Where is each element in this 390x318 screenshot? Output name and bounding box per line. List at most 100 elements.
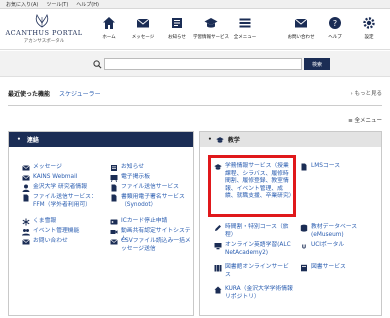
more-link[interactable]: › もっと見る bbox=[351, 89, 382, 97]
nav-label: お知らせ bbox=[168, 35, 186, 40]
nav-home[interactable]: ホーム bbox=[92, 12, 126, 48]
book-icon bbox=[301, 264, 307, 272]
list-item[interactable]: ファイル送信サービス：FFM（学外者利用可） bbox=[22, 194, 102, 209]
item-label: イベント管理機能 bbox=[33, 228, 80, 234]
list-item[interactable]: KURA（金沢大学学術情報リポジトリ） bbox=[214, 286, 294, 301]
main-nav: ホーム メッセージ お知らせ 学習情報サービス 全メニュー bbox=[92, 12, 262, 48]
list-item[interactable]: メッセージ bbox=[22, 164, 100, 172]
list-item[interactable]: イベント管理機能 bbox=[22, 228, 100, 236]
list-item[interactable]: 時間割・特別コース（旅程） bbox=[214, 224, 292, 239]
nav-all-menu[interactable]: 全メニュー bbox=[228, 12, 262, 48]
nav-message[interactable]: メッセージ bbox=[126, 12, 160, 48]
item-label: KURA（金沢大学学術情報リポジトリ） bbox=[225, 286, 293, 300]
database-icon bbox=[300, 224, 308, 232]
nav-learning-service[interactable]: 学習情報サービス bbox=[193, 12, 229, 48]
item-label: LMSコース bbox=[311, 163, 341, 169]
list-item[interactable]: 電子掲示板 bbox=[110, 174, 192, 182]
nav-label: お問い合わせ bbox=[287, 35, 315, 40]
list-item[interactable]: KAINS Webmail bbox=[22, 174, 100, 182]
gear-icon bbox=[363, 17, 375, 29]
search-bar: 検索 bbox=[0, 51, 390, 77]
list-item[interactable]: LMSコース bbox=[300, 163, 378, 171]
search-input[interactable] bbox=[104, 58, 302, 70]
envelope-icon bbox=[294, 18, 308, 28]
menu-icon bbox=[239, 18, 251, 28]
item-label: 電子掲示板 bbox=[121, 174, 150, 180]
uci-logo-icon: U bbox=[302, 245, 306, 251]
portal-logo[interactable]: ACANTHUS PORTAL アカンサスポータル bbox=[4, 14, 84, 46]
menu-help[interactable]: ヘルプ(H) bbox=[76, 1, 99, 8]
item-label: 図書サービス bbox=[311, 264, 346, 270]
list-item[interactable]: ICカード停止申請 bbox=[110, 218, 192, 226]
list-item[interactable]: くま雪報 bbox=[22, 218, 100, 226]
help-icon: ? bbox=[329, 17, 341, 29]
item-label: 教材データベース(eMuseum) bbox=[311, 224, 358, 238]
list-item[interactable]: 図書サービス bbox=[300, 264, 378, 272]
nav-help[interactable]: ? ヘルプ bbox=[318, 12, 352, 48]
list-item[interactable]: オンライン英語学習(ALC NetAcademy2) bbox=[214, 242, 294, 257]
snowflake-icon bbox=[22, 218, 30, 226]
file-icon bbox=[23, 194, 29, 202]
item-label: 図書館オンラインサービス bbox=[225, 264, 289, 278]
nav-label: 学習情報サービス bbox=[193, 35, 229, 40]
list-item[interactable]: ファイル送信サービス bbox=[110, 184, 192, 192]
envelope-icon bbox=[22, 239, 30, 245]
svg-text:U: U bbox=[302, 245, 306, 251]
nav-label: 全メニュー bbox=[233, 35, 257, 40]
list-item[interactable]: 図書館オンラインサービス bbox=[214, 264, 294, 279]
panel-header[interactable]: • 教学 bbox=[200, 132, 381, 147]
highlight-box bbox=[208, 155, 296, 217]
list-item[interactable]: 書類用電子署名サービス（Synodot） bbox=[110, 194, 192, 209]
item-label: オンライン英語学習(ALC NetAcademy2) bbox=[225, 242, 291, 256]
item-label: CSVファイル読込み一括メッセージ送信 bbox=[121, 238, 191, 252]
nav-label: 設定 bbox=[364, 35, 374, 40]
home-icon bbox=[214, 286, 222, 294]
bullet-icon: • bbox=[208, 136, 212, 143]
panel-title: 教学 bbox=[227, 137, 240, 144]
item-label: お知らせ bbox=[121, 164, 145, 170]
item-label: メッセージ bbox=[33, 164, 62, 170]
recent-link-scheduler[interactable]: スケジューラー bbox=[59, 89, 101, 98]
nav-notice[interactable]: お知らせ bbox=[160, 12, 194, 48]
list-item[interactable]: CSVファイル読込み一括メッセージ送信 bbox=[110, 238, 192, 253]
mail-icon bbox=[22, 165, 30, 171]
portal-header: ACANTHUS PORTAL アカンサスポータル ホーム メッセージ お知らせ… bbox=[0, 10, 390, 50]
all-menu-link[interactable]: ≡ 全メニュー bbox=[348, 116, 382, 124]
envelope-icon bbox=[22, 175, 30, 181]
item-label: ファイル送信サービス bbox=[121, 184, 179, 190]
search-button[interactable]: 検索 bbox=[304, 58, 330, 70]
all-menu-label: 全メニュー bbox=[354, 118, 382, 124]
panel-header[interactable]: • 連絡 bbox=[9, 132, 193, 147]
video-icon bbox=[110, 230, 118, 234]
file-icon bbox=[111, 194, 117, 202]
graduation-cap-icon bbox=[204, 18, 218, 28]
list-item[interactable]: お知らせ bbox=[110, 164, 192, 172]
pencil-icon bbox=[215, 225, 221, 231]
more-label: もっと見る bbox=[354, 91, 382, 97]
list-item[interactable]: 金沢大学 研究者情報 bbox=[22, 184, 100, 192]
menu-tools[interactable]: ツール(T) bbox=[46, 1, 68, 8]
library-icon bbox=[214, 265, 222, 272]
list-item[interactable]: 教材データベース(eMuseum) bbox=[300, 224, 378, 239]
notice-icon bbox=[111, 165, 117, 171]
item-label: ICカード停止申請 bbox=[121, 218, 168, 224]
item-label: 書類用電子署名サービス（Synodot） bbox=[121, 194, 185, 208]
notice-icon bbox=[172, 18, 182, 28]
logo-subtitle: アカンサスポータル bbox=[23, 39, 65, 44]
acanthus-leaf-icon bbox=[35, 14, 49, 28]
nav-settings[interactable]: 設定 bbox=[352, 12, 386, 48]
list-item[interactable]: お問い合わせ bbox=[22, 238, 100, 246]
item-label: お問い合わせ bbox=[33, 238, 68, 244]
mail-icon bbox=[110, 239, 118, 245]
graduation-cap-icon bbox=[216, 136, 224, 143]
nav-label: ホーム bbox=[102, 35, 116, 40]
computer-icon bbox=[214, 243, 222, 250]
menu-favorites[interactable]: お気に入り(A) bbox=[6, 1, 38, 8]
nav-label: ヘルプ bbox=[328, 35, 342, 40]
list-item[interactable]: U UCIポータル bbox=[300, 242, 378, 250]
nav-contact[interactable]: お問い合わせ bbox=[284, 12, 318, 48]
file-icon bbox=[111, 184, 117, 192]
item-label: UCIポータル bbox=[311, 242, 345, 248]
item-label: KAINS Webmail bbox=[33, 174, 78, 180]
item-label: ファイル送信サービス：FFM（学外者利用可） bbox=[33, 194, 97, 208]
